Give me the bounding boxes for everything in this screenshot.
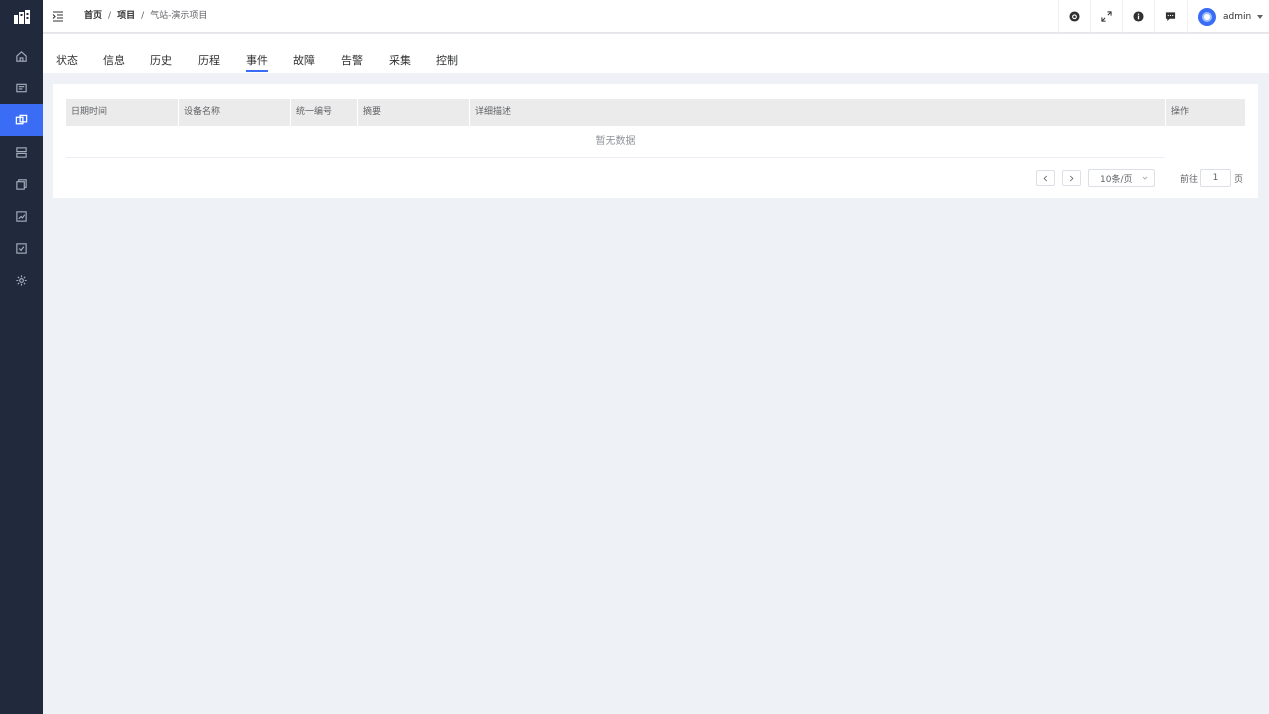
events-card: 日期时间 设备名称 统一编号 摘要 详细描述 操作 暂无数据 10条/页 前往 … xyxy=(53,84,1258,198)
sidebar-item-report[interactable] xyxy=(0,232,43,264)
column-header-device-name: 设备名称 xyxy=(179,99,291,126)
tab-events[interactable]: 事件 xyxy=(246,52,268,72)
sidebar-item-monitor[interactable] xyxy=(0,72,43,104)
chevron-right-icon xyxy=(1069,175,1074,181)
breadcrumb-projects[interactable]: 项目 xyxy=(117,9,135,23)
table-header: 日期时间 设备名称 统一编号 摘要 详细描述 操作 xyxy=(66,99,1245,126)
breadcrumb-separator: / xyxy=(108,11,112,21)
fullscreen-button[interactable] xyxy=(1090,0,1122,33)
breadcrumb-home[interactable]: 首页 xyxy=(84,9,102,23)
prev-page-button[interactable] xyxy=(1036,170,1055,186)
tab-alarms[interactable]: 告警 xyxy=(341,52,363,68)
github-button[interactable] xyxy=(1058,0,1090,33)
info-button[interactable] xyxy=(1122,0,1154,33)
column-header-unified-id: 统一编号 xyxy=(291,99,358,126)
user-menu[interactable]: admin xyxy=(1187,0,1264,33)
chevron-left-icon xyxy=(1043,175,1048,181)
message-button[interactable] xyxy=(1154,0,1186,33)
goto-page-input[interactable]: 1 xyxy=(1200,169,1231,187)
logo-icon xyxy=(13,10,30,24)
column-header-datetime: 日期时间 xyxy=(66,99,179,126)
tab-collect[interactable]: 采集 xyxy=(389,52,411,68)
gear-icon xyxy=(16,274,27,286)
chevron-down-icon xyxy=(1142,176,1148,180)
tab-process[interactable]: 历程 xyxy=(198,52,220,68)
sidebar-item-copy[interactable] xyxy=(0,168,43,200)
copy-icon xyxy=(16,178,27,190)
home-icon xyxy=(16,50,27,62)
avatar xyxy=(1198,7,1216,26)
logo[interactable] xyxy=(0,0,43,34)
column-header-actions: 操作 xyxy=(1171,107,1190,117)
project-icon xyxy=(15,114,28,124)
message-icon xyxy=(1165,12,1176,22)
page-size-value: 10条/页 xyxy=(1100,174,1133,185)
sidebar-item-server[interactable] xyxy=(0,136,43,168)
caret-down-icon xyxy=(1257,14,1264,19)
tab-bar: 状态 信息 历史 历程 事件 故障 告警 采集 控制 xyxy=(43,34,1269,73)
breadcrumb-separator: / xyxy=(141,11,145,21)
sidebar-item-home[interactable] xyxy=(0,40,43,72)
empty-state: 暂无数据 xyxy=(66,126,1165,158)
goto-suffix: 页 xyxy=(1234,175,1244,185)
username: admin xyxy=(1223,11,1252,22)
page-size-select[interactable]: 10条/页 xyxy=(1088,169,1155,187)
tab-info[interactable]: 信息 xyxy=(103,52,125,68)
tab-history[interactable]: 历史 xyxy=(150,52,172,68)
github-icon xyxy=(1069,11,1080,22)
tab-faults[interactable]: 故障 xyxy=(293,52,315,68)
sidebar-item-settings[interactable] xyxy=(0,264,43,296)
sidebar-item-project[interactable] xyxy=(0,104,43,136)
sidebar-item-chart[interactable] xyxy=(0,200,43,232)
report-icon xyxy=(16,242,27,254)
next-page-button[interactable] xyxy=(1062,170,1081,186)
goto-label: 前往 xyxy=(1180,175,1199,185)
fullscreen-icon xyxy=(1101,11,1112,22)
top-bar: 首页 / 项目 / 气站-演示项目 admin xyxy=(43,0,1269,33)
chart-icon xyxy=(16,210,27,222)
breadcrumb: 首页 / 项目 / 气站-演示项目 xyxy=(84,9,207,23)
tab-status[interactable]: 状态 xyxy=(56,52,78,68)
menu-toggle-icon[interactable] xyxy=(52,10,64,22)
tab-control[interactable]: 控制 xyxy=(436,52,458,68)
info-icon xyxy=(1133,11,1144,22)
server-icon xyxy=(16,146,27,158)
breadcrumb-current: 气站-演示项目 xyxy=(150,11,208,21)
column-header-description: 详细描述 xyxy=(470,99,1166,126)
sidebar xyxy=(0,0,43,714)
column-header-summary: 摘要 xyxy=(358,99,470,126)
monitor-icon xyxy=(16,83,27,92)
